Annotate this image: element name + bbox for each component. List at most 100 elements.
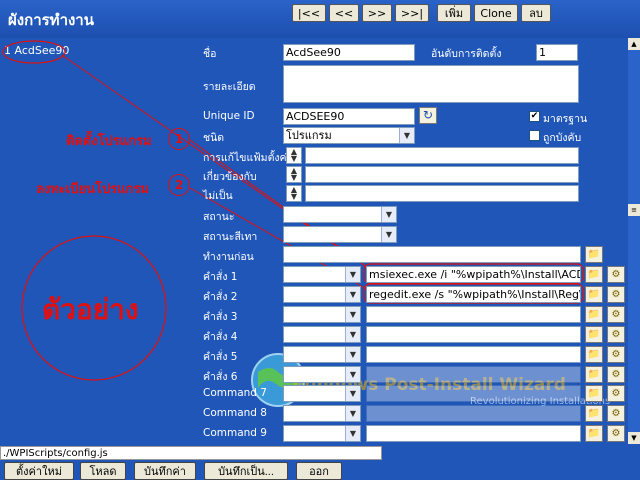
cmd5-type-select[interactable]: ▼ <box>283 346 361 363</box>
forced-label: ถูกบังคับ <box>543 132 582 144</box>
folder-icon[interactable]: 📁 <box>585 405 603 422</box>
save-as-button[interactable]: บันทึกเป็น... <box>204 462 288 480</box>
related-label: เกี่ยวข้องกับ <box>203 171 257 183</box>
chevron-down-icon: ▼ <box>381 207 396 222</box>
cmd4-field[interactable] <box>366 326 581 343</box>
cmd9-type-select[interactable]: ▼ <box>283 425 361 442</box>
scroll-thumb[interactable]: ≡ <box>628 204 640 216</box>
cmd4-label: คำสั่ง 4 <box>203 331 238 343</box>
vertical-scrollbar[interactable]: ▲ ≡ ▼ <box>628 38 640 444</box>
cmd2-field[interactable]: regedit.exe /s "%wpipath%\Install\Reg\Ac… <box>366 286 581 303</box>
run-icon[interactable]: ⚙ <box>607 425 625 442</box>
order-label: อันดับการติดตั้ง <box>431 48 502 60</box>
cmd2-label: คำสั่ง 2 <box>203 291 238 303</box>
cmd8-type-select[interactable]: ▼ <box>283 405 361 422</box>
cmd7-field[interactable] <box>366 385 581 402</box>
exit-button[interactable]: ออก <box>296 462 342 480</box>
name-field[interactable]: AcdSee90 <box>283 44 415 61</box>
save-button[interactable]: บันทึกค่า <box>134 462 196 480</box>
cmd3-field[interactable] <box>366 306 581 323</box>
folder-icon[interactable]: 📁 <box>585 385 603 402</box>
status-bar: ./WPIScripts/config.js <box>0 446 382 460</box>
cmd6-field[interactable] <box>366 366 581 383</box>
cmd9-field[interactable] <box>366 425 581 442</box>
related-spinner[interactable]: ▲ ▼ <box>286 166 302 183</box>
chevron-down-icon: ▼ <box>345 307 360 322</box>
uid-label: Unique ID <box>203 110 255 122</box>
cmd1-label: คำสั่ง 1 <box>203 271 238 283</box>
register-number: 2 <box>168 174 190 196</box>
exclude-label: ไม่เป็น <box>203 190 233 202</box>
run-icon[interactable]: ⚙ <box>607 326 625 343</box>
cmd5-label: คำสั่ง 5 <box>203 351 238 363</box>
chevron-down-icon: ▼ <box>345 386 360 401</box>
chevron-down-icon: ▼ <box>345 327 360 342</box>
type-select-value: โปรแกรม <box>286 129 332 142</box>
type-label: ชนิด <box>203 132 225 144</box>
before-label: ทำงานก่อน <box>203 251 254 263</box>
run-icon[interactable]: ⚙ <box>607 385 625 402</box>
status-color-select[interactable]: ▼ <box>283 226 397 243</box>
chevron-down-icon: ▼ <box>345 367 360 382</box>
type-select[interactable]: โปรแกรม ▼ <box>283 127 415 144</box>
cmd1-type-select[interactable]: ▼ <box>283 266 361 283</box>
chevron-down-icon: ▼ <box>345 347 360 362</box>
cmd8-field[interactable] <box>366 405 581 422</box>
folder-icon[interactable]: 📁 <box>585 266 603 283</box>
cmd5-field[interactable] <box>366 346 581 363</box>
cmd9-label: Command 9 <box>203 427 267 439</box>
status-select[interactable]: ▼ <box>283 206 397 223</box>
order-field[interactable]: 1 <box>536 44 578 61</box>
install-number: 1 <box>168 128 190 150</box>
example-annotation: ตัวอย่าง <box>42 293 139 326</box>
exclude-field[interactable] <box>305 185 579 202</box>
chevron-down-icon: ▼ <box>345 406 360 421</box>
folder-icon[interactable]: 📁 <box>585 306 603 323</box>
uid-field[interactable]: ACDSEE90 <box>283 108 415 125</box>
folder-icon[interactable]: 📁 <box>585 246 603 263</box>
scroll-down-icon[interactable]: ▼ <box>628 432 640 444</box>
cmd7-label: Command 7 <box>203 387 267 399</box>
detail-textarea[interactable] <box>283 65 579 103</box>
load-button[interactable]: โหลด <box>80 462 126 480</box>
config-spinner[interactable]: ▲ ▼ <box>286 147 302 164</box>
exclude-spinner[interactable]: ▲ ▼ <box>286 185 302 202</box>
reset-button[interactable]: ตั้งค่าใหม่ <box>4 462 74 480</box>
config-field[interactable] <box>305 147 579 164</box>
before-field[interactable] <box>283 246 581 263</box>
run-icon[interactable]: ⚙ <box>607 266 625 283</box>
cmd3-type-select[interactable]: ▼ <box>283 306 361 323</box>
refresh-icon[interactable]: ↻ <box>419 107 437 124</box>
scroll-up-icon[interactable]: ▲ <box>628 38 640 50</box>
wpi-config-window: ผังการทำงาน |<< << >> >>| เพิ่ม Clone ลบ… <box>0 0 640 480</box>
standard-label: มาตรฐาน <box>543 113 588 125</box>
cmd2-type-select[interactable]: ▼ <box>283 286 361 303</box>
folder-icon[interactable]: 📁 <box>585 366 603 383</box>
tree-item-highlight <box>2 40 66 64</box>
cmd6-type-select[interactable]: ▼ <box>283 366 361 383</box>
folder-icon[interactable]: 📁 <box>585 286 603 303</box>
folder-icon[interactable]: 📁 <box>585 326 603 343</box>
folder-icon[interactable]: 📁 <box>585 425 603 442</box>
run-icon[interactable]: ⚙ <box>607 346 625 363</box>
folder-icon[interactable]: 📁 <box>585 346 603 363</box>
cmd8-label: Command 8 <box>203 407 267 419</box>
cmd1-field[interactable]: msiexec.exe /i "%wpipath%\Install\ACDSee… <box>366 266 581 283</box>
chevron-down-icon: ▼ <box>345 426 360 441</box>
chevron-down-icon: ▼ <box>381 227 396 242</box>
related-field[interactable] <box>305 166 579 183</box>
chevron-down-icon: ▼ <box>399 128 414 143</box>
run-icon[interactable]: ⚙ <box>607 366 625 383</box>
run-icon[interactable]: ⚙ <box>607 405 625 422</box>
run-icon[interactable]: ⚙ <box>607 306 625 323</box>
cmd4-type-select[interactable]: ▼ <box>283 326 361 343</box>
cmd3-label: คำสั่ง 3 <box>203 311 238 323</box>
forced-checkbox[interactable] <box>529 130 540 141</box>
standard-checkbox[interactable]: ✔ <box>529 111 540 122</box>
config-label: การแก้ไขแฟ้มตั้งค่า <box>203 152 293 164</box>
run-icon[interactable]: ⚙ <box>607 286 625 303</box>
status-color-label: สถานะสีเทา <box>203 231 258 243</box>
cmd6-label: คำสั่ง 6 <box>203 371 238 383</box>
cmd7-type-select[interactable]: ▼ <box>283 385 361 402</box>
chevron-down-icon: ▼ <box>345 267 360 282</box>
